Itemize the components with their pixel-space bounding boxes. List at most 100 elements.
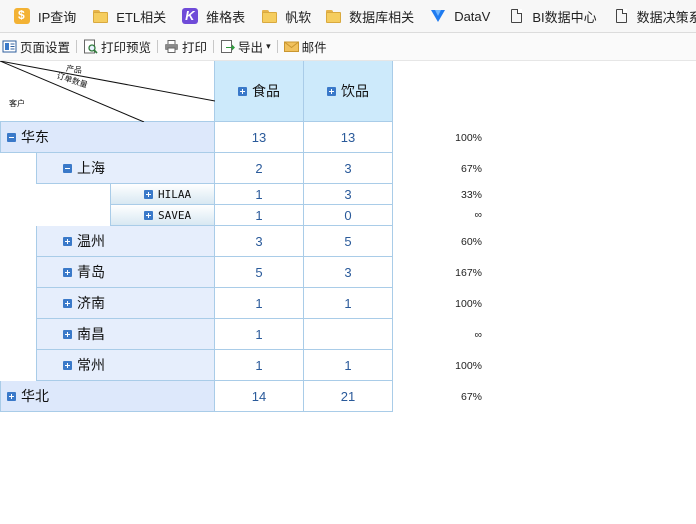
expand-icon: [144, 189, 153, 199]
cell-food: 5: [215, 257, 304, 288]
mail-icon: [283, 39, 299, 54]
row-header-hilaa[interactable]: HILAA: [110, 184, 215, 205]
ratio-value: 33%: [460, 189, 482, 201]
bookmark-label: 维格表: [206, 9, 246, 25]
page-setup-icon: [2, 39, 17, 54]
row-header-label: SAVEA: [158, 208, 192, 222]
row-header-jinan[interactable]: 济南: [36, 288, 215, 319]
bookmark-datav[interactable]: DataV: [430, 0, 490, 32]
bookmark-label: 帆软: [285, 9, 312, 25]
caret-down-icon: ▾: [266, 41, 271, 51]
print-label: 打印: [182, 41, 208, 55]
bookmark-decision-system[interactable]: 数据决策系统: [613, 0, 696, 32]
row-header-savea[interactable]: SAVEA: [110, 205, 215, 226]
printer-icon: [164, 39, 179, 54]
corner-label-customer: 客户: [9, 99, 25, 108]
bookmark-database[interactable]: 数据库相关: [325, 0, 414, 32]
column-header-label: 饮品: [341, 83, 369, 99]
cell-drink: 3: [304, 184, 393, 205]
row-header-shanghai[interactable]: 上海: [36, 153, 215, 184]
ratio-value: 67%: [460, 163, 482, 175]
print-button[interactable]: 打印: [164, 33, 207, 60]
expand-icon: [63, 267, 72, 277]
row-header-label: 温州: [77, 233, 105, 249]
bookmark-label: 数据库相关: [349, 9, 415, 25]
page-setup-label: 页面设置: [20, 41, 71, 55]
row-header-label: 常州: [77, 357, 105, 373]
folder-icon: [325, 8, 342, 24]
file-icon: [613, 8, 629, 24]
bookmark-bi-center[interactable]: BI数据中心: [508, 0, 597, 32]
cell-drink: 21: [304, 381, 393, 412]
corner-header: 产品 订单数量 客户: [0, 61, 215, 122]
file-icon: [508, 8, 524, 24]
bookmark-vika[interactable]: 维格表: [182, 0, 245, 32]
bookmark-label: BI数据中心: [532, 9, 597, 25]
row-header-label: HILAA: [158, 187, 192, 201]
cell-food: 1: [215, 350, 304, 381]
bookmark-fanruan[interactable]: 帆软: [261, 0, 311, 32]
cell-food: 14: [215, 381, 304, 412]
column-header-drink[interactable]: 饮品: [304, 61, 393, 122]
row-header-east-china[interactable]: 华东: [0, 122, 215, 153]
datav-icon: [430, 8, 446, 24]
row-header-label: 华北: [21, 388, 49, 404]
collapse-icon: [63, 163, 72, 173]
ratio-value: 60%: [460, 236, 482, 248]
bookmark-label: 数据决策系统: [636, 9, 696, 25]
row-header-changzhou[interactable]: 常州: [36, 350, 215, 381]
column-header-food[interactable]: 食品: [215, 61, 304, 122]
cell-food: 1: [215, 288, 304, 319]
cell-food: 2: [215, 153, 304, 184]
export-dropdown[interactable]: 导出 ▾: [220, 33, 271, 60]
cell-drink: 0: [304, 205, 393, 226]
expand-icon: [327, 86, 336, 96]
expand-icon: [238, 86, 247, 96]
row-header-wenzhou[interactable]: 温州: [36, 226, 215, 257]
ratio-value: 100%: [455, 298, 482, 310]
cell-drink: 1: [304, 288, 393, 319]
toolbar-divider: [276, 40, 278, 53]
print-preview-icon: [83, 39, 98, 54]
bookmark-label: DataV: [454, 8, 491, 24]
bookmark-etl[interactable]: ETL相关: [92, 0, 166, 32]
ratio-value: 67%: [460, 391, 482, 403]
cell-drink: 5: [304, 226, 393, 257]
cell-drink: [304, 319, 393, 350]
row-header-label: 济南: [77, 295, 105, 311]
mail-label: 邮件: [301, 41, 327, 55]
row-header-nanchang[interactable]: 南昌: [36, 319, 215, 350]
mail-button[interactable]: 邮件: [283, 33, 327, 60]
cell-drink: 1: [304, 350, 393, 381]
toolbar-divider: [213, 40, 215, 53]
ratio-value: ∞: [474, 329, 483, 341]
cell-drink: 13: [304, 122, 393, 153]
export-label: 导出: [238, 41, 264, 55]
cell-food: 3: [215, 226, 304, 257]
ratio-value: 100%: [455, 132, 482, 144]
corner-diagonal-lines: [0, 61, 215, 122]
column-header-label: 食品: [252, 83, 280, 99]
row-header-qingdao[interactable]: 青岛: [36, 257, 215, 288]
expand-icon: [63, 236, 72, 246]
expand-icon: [144, 210, 153, 220]
bookmark-ip-query[interactable]: IP查询: [14, 0, 76, 32]
expand-icon: [63, 329, 72, 339]
report-toolbar: 页面设置 打印预览 打印 导出 ▾ 邮件: [0, 33, 696, 61]
row-header-label: 华东: [21, 129, 49, 145]
bookmarks-bar: IP查询 ETL相关 维格表 帆软 数据库相关 DataV BI数据中心 数据决…: [0, 0, 696, 33]
bookmark-label: IP查询: [38, 9, 77, 25]
folder-icon: [261, 8, 278, 24]
ratio-value: 167%: [455, 267, 482, 279]
page-setup-button[interactable]: 页面设置: [2, 33, 70, 60]
collapse-icon: [7, 132, 16, 142]
bookmark-label: ETL相关: [116, 9, 167, 25]
row-header-north-china[interactable]: 华北: [0, 381, 215, 412]
cell-food: 1: [215, 205, 304, 226]
ratio-value: 100%: [455, 360, 482, 372]
expand-icon: [7, 391, 16, 401]
row-header-label: 上海: [77, 160, 105, 176]
print-preview-button[interactable]: 打印预览: [83, 33, 151, 60]
export-icon: [220, 39, 236, 54]
expand-icon: [63, 360, 72, 370]
